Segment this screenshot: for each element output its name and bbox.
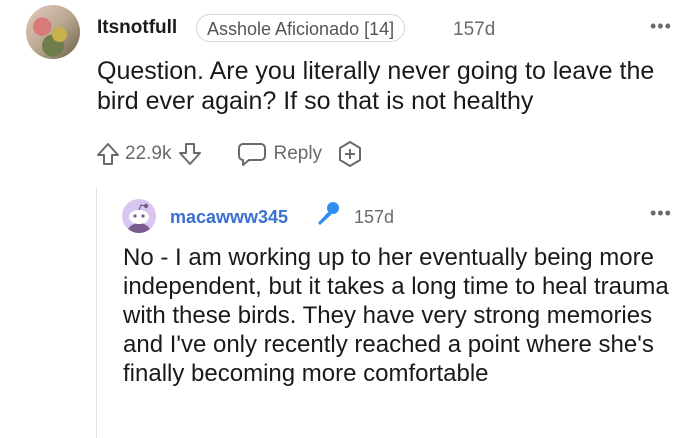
- replier-avatar[interactable]: [122, 199, 156, 233]
- more-options-icon[interactable]: •••: [650, 16, 672, 37]
- reply-button[interactable]: Reply: [237, 141, 322, 167]
- reply-label: Reply: [273, 143, 323, 164]
- user-flair: Asshole Aficionado [14]: [196, 14, 406, 42]
- upvote-icon[interactable]: [95, 141, 121, 167]
- award-plus-icon: [336, 140, 364, 168]
- comment-body: Question. Are you literally never going …: [97, 57, 655, 115]
- thread-line[interactable]: [96, 188, 97, 438]
- microphone-icon: [313, 199, 343, 234]
- snoo-avatar-icon: [126, 203, 152, 233]
- reply-bubble-icon: [237, 141, 267, 167]
- reply-author[interactable]: macawww345: [170, 207, 288, 228]
- more-options-icon[interactable]: •••: [650, 203, 672, 224]
- vote-score: 22.9k: [125, 143, 172, 164]
- comment-author[interactable]: Itsnotfull: [97, 17, 177, 39]
- vote-controls: 22.9k: [95, 141, 203, 167]
- downvote-icon[interactable]: [177, 141, 203, 167]
- award-button[interactable]: [336, 140, 364, 168]
- commenter-avatar[interactable]: [26, 5, 80, 59]
- comment-actions: 22.9k Reply: [95, 139, 364, 169]
- comment-age: 157d: [453, 19, 496, 40]
- reply-age: 157d: [354, 207, 395, 227]
- reply-body: No - I am working up to her eventually b…: [123, 244, 669, 387]
